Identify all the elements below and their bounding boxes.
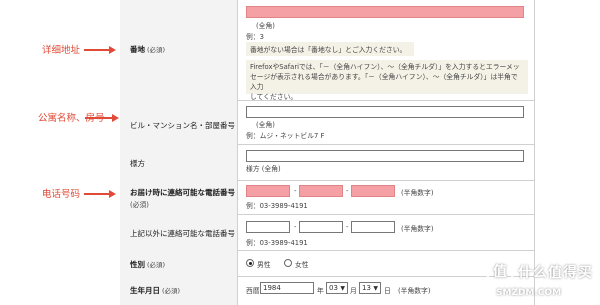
building-label-cell: ビル・マンション名・部屋番号 — [120, 100, 238, 144]
phone-label-cell: お届け時に連絡可能な電話番号 (必須) — [120, 180, 238, 214]
building-fullwidth-hint: (全角) — [256, 121, 275, 129]
sama-hint: 様方 (全角) — [246, 165, 281, 173]
phone-label: お届け時に連絡可能な電話番号 — [130, 188, 235, 197]
birth-month-select[interactable]: 03 ▼ — [326, 282, 348, 294]
gender-female-radio[interactable] — [284, 259, 292, 267]
birth-day-select[interactable]: 13 ▼ — [359, 282, 381, 294]
annotation-address: 详细地址 — [42, 45, 81, 56]
watermark-cn-text: 什么值得买 — [518, 265, 593, 281]
phone-value-cell: - - (半角数字) 例：03-3989-4191 — [246, 180, 530, 214]
sama-row: 様方 様方 (全角) — [120, 144, 534, 181]
birth-year-unit: 年 — [317, 287, 324, 295]
phone-input-3[interactable] — [351, 185, 395, 197]
address-note-2-line: セージが表示される場合があります。「－（全角ハイフン）、～（全角チルダ）」は半角… — [250, 73, 518, 91]
sama-value-cell: 様方 (全角) — [246, 144, 530, 180]
alt-phone-input-2[interactable] — [299, 221, 343, 233]
birth-row: 生年月日 (必須) 西暦 1984 年 03 ▼ 月 13 ▼ 日 (半角数字) — [120, 276, 534, 305]
building-value-cell: (全角) 例：ムジ・ネットビル7 F — [246, 100, 530, 144]
address-note-2-line: FirefoxやSafariでは、「－（全角ハイフン）、～（全角チルダ）」を入力… — [250, 63, 520, 71]
phone-halfwidth: (半角数字) — [401, 189, 434, 197]
address-label: 番地 (必須) — [130, 45, 166, 54]
address-note-2: FirefoxやSafariでは、「－（全角ハイフン）、～（全角チルダ）」を入力… — [246, 60, 528, 101]
annotation-arrow-phone — [84, 190, 116, 198]
address-note-1: 番地がない場合は「番地なし」とご入力ください。 — [246, 42, 414, 56]
phone-required: (必須) — [130, 201, 149, 209]
alt-phone-halfwidth: (半角数字) — [401, 225, 434, 233]
gender-male-label[interactable]: 男性 — [257, 259, 271, 269]
smzdm-logo-icon: 值 — [486, 258, 514, 286]
alt-phone-row: 上記以外に連絡可能な電話番号 - - (半角数字) 例：03-3989-4191 — [120, 214, 534, 251]
chevron-down-icon: ▼ — [373, 285, 378, 292]
alt-phone-input-1[interactable] — [246, 221, 290, 233]
alt-phone-value-cell: - - (半角数字) 例：03-3989-4191 — [246, 214, 530, 250]
birth-day-value: 13 — [362, 284, 371, 292]
birth-month-unit: 月 — [350, 287, 357, 295]
alt-phone-example: 例：03-3989-4191 — [246, 239, 308, 247]
alt-phone-dash-2: - — [346, 223, 349, 231]
birth-era: 西暦 — [246, 287, 260, 295]
address-row: 番地 (必須) (全角) 例：3 番地がない場合は「番地なし」とご入力ください。 … — [120, 0, 534, 101]
building-input[interactable] — [246, 106, 524, 118]
alt-phone-dash-1: - — [294, 223, 297, 231]
building-row: ビル・マンション名・部屋番号 (全角) 例：ムジ・ネットビル7 F — [120, 100, 534, 145]
building-example: 例：ムジ・ネットビル7 F — [246, 132, 325, 140]
sama-label: 様方 — [130, 159, 145, 168]
building-label: ビル・マンション名・部屋番号 — [130, 121, 235, 130]
address-input[interactable] — [246, 6, 524, 18]
gender-male-radio[interactable] — [246, 259, 254, 267]
alt-phone-input-3[interactable] — [351, 221, 395, 233]
annotation-arrow-address — [84, 46, 116, 54]
smzdm-watermark: 值 什么值得买 SMZDM.COM — [486, 258, 596, 302]
birth-month-value: 03 — [329, 284, 338, 292]
phone-input-2[interactable] — [299, 185, 343, 197]
phone-input-1[interactable] — [246, 185, 290, 197]
gender-label-cell: 性別 (必須) — [120, 250, 238, 276]
gender-row: 性別 (必須) 男性 女性 — [120, 250, 534, 277]
gender-female-label[interactable]: 女性 — [295, 259, 309, 269]
phone-example: 例：03-3989-4191 — [246, 202, 308, 210]
address-fullwidth-hint: (全角) — [256, 22, 275, 30]
annotation-phone: 电话号码 — [42, 189, 81, 200]
gender-label: 性別 (必須) — [130, 260, 166, 269]
sama-input[interactable] — [246, 150, 524, 162]
alt-phone-label: 上記以外に連絡可能な電話番号 — [130, 229, 235, 238]
sama-label-cell: 様方 — [120, 144, 238, 180]
phone-dash-2: - — [346, 187, 349, 195]
phone-dash-1: - — [294, 187, 297, 195]
birth-label-cell: 生年月日 (必須) — [120, 276, 238, 305]
birth-year-input[interactable]: 1984 — [260, 282, 314, 294]
birth-halfwidth: (半角数字) — [398, 287, 431, 295]
address-label-cell: 番地 (必須) — [120, 0, 238, 100]
birth-label: 生年月日 (必須) — [130, 286, 181, 295]
annotation-arrow-building — [85, 114, 119, 122]
watermark-en-text: SMZDM.COM — [496, 288, 562, 298]
phone-row: お届け時に連絡可能な電話番号 (必須) - - (半角数字) 例：03-3989… — [120, 180, 534, 215]
birth-day-unit: 日 — [384, 287, 391, 295]
chevron-down-icon: ▼ — [340, 285, 345, 292]
address-example: 例：3 — [246, 33, 264, 41]
address-value-cell: (全角) 例：3 番地がない場合は「番地なし」とご入力ください。 Firefox… — [246, 0, 530, 101]
alt-phone-label-cell: 上記以外に連絡可能な電話番号 — [120, 214, 238, 250]
